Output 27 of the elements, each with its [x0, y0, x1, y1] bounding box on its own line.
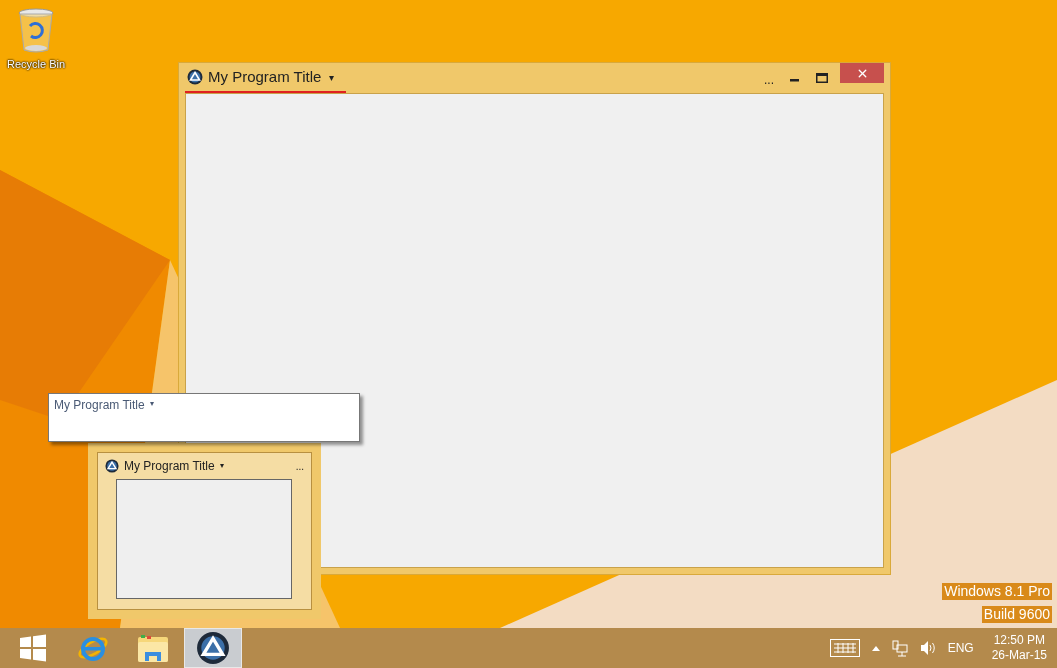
program-logo-icon: [196, 631, 230, 665]
language-indicator[interactable]: ENG: [947, 639, 974, 657]
close-button[interactable]: [840, 63, 884, 83]
desktop-icon-label: Recycle Bin: [6, 57, 66, 72]
show-hidden-icons-caret-icon[interactable]: [871, 645, 880, 651]
tooltip-title: My Program Title: [54, 397, 145, 414]
network-icon[interactable]: [891, 639, 908, 657]
windows-logo-icon: [19, 634, 47, 662]
overflow-button[interactable]: ...: [764, 71, 774, 89]
clock-date[interactable]: 26-Mar-15: [991, 648, 1047, 663]
app-logo-icon: [187, 69, 203, 85]
os-version-text: Windows 8.1 Pro: [942, 583, 1052, 600]
preview-overflow: ...: [295, 459, 304, 474]
recycle-bin-icon[interactable]: [17, 8, 55, 54]
preview-title: My Program Title: [124, 458, 215, 475]
window-title: My Program Title: [208, 66, 322, 87]
preview-menu-arrow: ▾: [219, 460, 224, 472]
keyboard-icon[interactable]: [829, 639, 860, 657]
tooltip-arrow: ▾: [149, 398, 154, 410]
folder-icon: [137, 633, 169, 663]
maximize-icon[interactable]: [816, 73, 828, 83]
os-version-text: Build 9600: [981, 606, 1052, 623]
speaker-icon[interactable]: [919, 640, 936, 656]
title-menu-arrow[interactable]: ▾: [329, 69, 335, 85]
taskbar-app-button[interactable]: [184, 628, 242, 668]
clock-time[interactable]: 12:50 PM: [993, 633, 1045, 648]
app-logo-icon: [105, 459, 119, 473]
